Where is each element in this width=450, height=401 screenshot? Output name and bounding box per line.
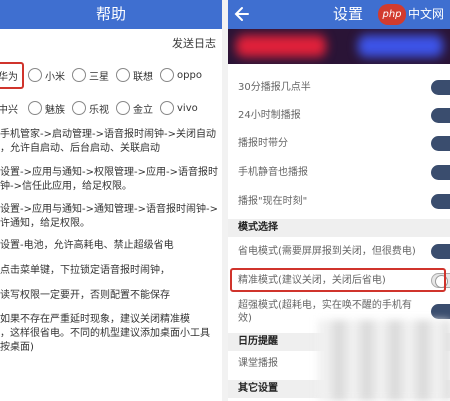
- setting-label: 省电模式(需要屏屏报到关闭，但很费电): [238, 246, 416, 257]
- setting-label: 播报"现在时刻": [238, 196, 308, 207]
- radio-icon[interactable]: [28, 68, 42, 82]
- toggle-switch[interactable]: [431, 136, 450, 151]
- setting-label: 播报时带分: [238, 138, 288, 149]
- toggle-switch[interactable]: [431, 244, 450, 259]
- setting-label: 24小时制播报: [238, 110, 301, 121]
- radio-icon[interactable]: [116, 68, 130, 82]
- brand-row-1: 华为 小米 三星 联想 oppo: [0, 64, 222, 86]
- radio-icon[interactable]: [160, 68, 174, 82]
- brand-label: 中兴: [0, 104, 18, 116]
- precise-mode-highlight: [230, 268, 446, 292]
- brand-option-xiaomi[interactable]: 小米: [28, 64, 65, 86]
- brand-option-lenovo[interactable]: 联想: [116, 64, 153, 86]
- brand-option-gionee[interactable]: 金立: [116, 97, 153, 119]
- brand-option-oppo[interactable]: oppo: [160, 64, 202, 86]
- brand-option-letv[interactable]: 乐视: [72, 97, 109, 119]
- setting-row-24h[interactable]: 24小时制播报: [228, 103, 450, 129]
- help-text-1: 手机管家->启动管理->语音报时闹钟->关闭自动 ，允许自启动、后台启动、关联启…: [0, 129, 216, 154]
- settings-panel: 设置 php 中文网 30分播报几点半 24小时制播报 播报时带分 手机静音也播…: [228, 0, 450, 401]
- brand-label: 联想: [133, 71, 153, 83]
- blurred-banner-image: [228, 29, 450, 64]
- watermark: php 中文网: [378, 4, 446, 25]
- setting-label: 手机静音也播报: [238, 167, 308, 178]
- radio-icon[interactable]: [116, 101, 130, 115]
- settings-header: 设置 php 中文网: [228, 0, 450, 29]
- brand-label: oppo: [177, 69, 202, 81]
- help-text-6: 读写权限一定要开，否则配置不能保存: [0, 290, 170, 301]
- toggle-switch[interactable]: [431, 165, 450, 180]
- setting-row-silent[interactable]: 手机静音也播报: [228, 160, 450, 186]
- toggle-switch[interactable]: [431, 194, 450, 209]
- brand-label: 金立: [133, 104, 153, 116]
- watermark-text: 中文网: [408, 7, 445, 21]
- setting-row-with-minutes[interactable]: 播报时带分: [228, 131, 450, 157]
- radio-icon[interactable]: [72, 68, 86, 82]
- brand-label: 乐视: [89, 104, 109, 116]
- radio-icon[interactable]: [28, 101, 42, 115]
- settings-title: 设置: [333, 5, 364, 23]
- toggle-switch[interactable]: [431, 108, 450, 123]
- toggle-switch[interactable]: [431, 304, 450, 319]
- brand-option-samsung[interactable]: 三星: [72, 64, 109, 86]
- help-text-2: 设置->应用与通知->权限管理->应用->语音报时 钟->信任此应用，给足权限。: [0, 167, 218, 192]
- banner-blue-blur: [358, 35, 443, 57]
- help-text-4: 设置-电池，允许高耗电、禁止超级省电: [0, 240, 174, 251]
- brand-label: 魅族: [45, 104, 65, 116]
- brand-label: vivo: [177, 102, 198, 114]
- brand-label: 小米: [45, 71, 65, 83]
- brand-row-2: 中兴 魅族 乐视 金立 vivo: [0, 97, 222, 119]
- help-text-7: 如果不存在严重延时现象，建议关闭精准模 ，这样很省电。不同的机型建议添加桌面小工…: [0, 314, 210, 353]
- brand-option-meizu[interactable]: 魅族: [28, 97, 65, 119]
- radio-icon[interactable]: [72, 101, 86, 115]
- banner-red-blur: [236, 35, 326, 57]
- blurred-region: [318, 320, 450, 401]
- toggle-switch[interactable]: [431, 80, 450, 95]
- back-arrow-icon[interactable]: [232, 4, 252, 24]
- brand-label: 三星: [89, 71, 109, 83]
- help-title: 帮助: [0, 0, 222, 29]
- setting-label: 30分播报几点半: [238, 82, 311, 93]
- send-log-link[interactable]: 发送日志: [0, 29, 222, 58]
- help-text-5: 点击菜单键，下拉锁定语音报时闹钟，: [0, 265, 170, 276]
- brand-option-vivo[interactable]: vivo: [160, 97, 198, 119]
- setting-row-now-time[interactable]: 播报"现在时刻": [228, 189, 450, 215]
- radio-icon[interactable]: [160, 101, 174, 115]
- help-panel: 帮助 发送日志 华为 小米 三星 联想 oppo 中兴 魅族 乐视 金立 viv…: [0, 0, 222, 401]
- setting-label: 课堂播报: [238, 358, 278, 369]
- setting-row-power-save[interactable]: 省电模式(需要屏屏报到关闭，但很费电): [228, 239, 450, 265]
- setting-row-half-hour[interactable]: 30分播报几点半: [228, 75, 450, 101]
- brand-option-zte[interactable]: 中兴: [0, 97, 18, 119]
- help-text-3: 设置->应用与通知->通知管理->语音报时闹钟-> 许通知，给足权限。: [0, 204, 218, 229]
- section-mode-select: 模式选择: [228, 219, 450, 237]
- selected-brand-highlight: [0, 62, 24, 89]
- watermark-logo: php: [378, 4, 406, 25]
